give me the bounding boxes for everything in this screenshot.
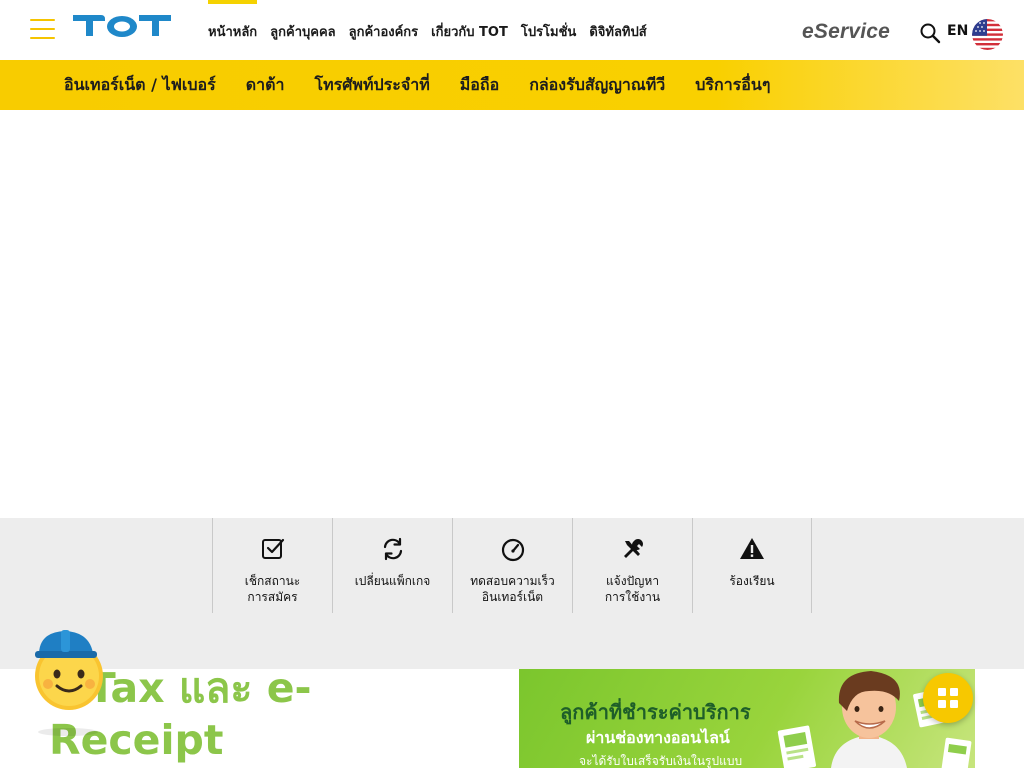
category-data[interactable]: ดาต้า (246, 73, 285, 98)
quick-speed-test[interactable]: ทดสอบความเร็ว อินเทอร์เน็ต (452, 518, 572, 613)
checkbox-icon (261, 538, 284, 559)
quick-change-package[interactable]: เปลี่ยนแพ็กเกจ (332, 518, 452, 613)
eservice-link[interactable]: eService (802, 20, 890, 44)
refresh-icon (383, 537, 402, 561)
menu-icon[interactable] (30, 19, 55, 39)
top-navigation: หน้าหลัก ลูกค้าบุคคล ลูกค้าองค์กร เกี่ยว… (208, 0, 647, 60)
speedometer-icon (501, 538, 524, 562)
quick-label: ทดสอบความเร็ว อินเทอร์เน็ต (470, 574, 555, 604)
quick-menu: เช็กสถานะ การสมัคร เปลี่ยนแพ็กเกจ ทดสอบค… (212, 518, 812, 613)
apps-grid-button[interactable] (923, 673, 973, 723)
hero-banner (0, 110, 1024, 518)
promo-banner[interactable]: ลูกค้าที่ชำระค่าบริการ ผ่านช่องทางออนไลน… (519, 669, 975, 768)
quick-label: แจ้งปัญหา การใช้งาน (604, 574, 661, 604)
promo-subheadline: ผ่านช่องทางออนไลน์ (586, 728, 730, 747)
category-mobile[interactable]: มือถือ (460, 73, 499, 98)
tot-logo[interactable] (71, 13, 173, 39)
promo-headline: ลูกค้าที่ชำระค่าบริการ (560, 700, 751, 724)
top-header: หน้าหลัก ลูกค้าบุคคล ลูกค้าองค์กร เกี่ยว… (0, 0, 1024, 60)
repair-tools-icon (623, 539, 643, 558)
category-internet-fiber[interactable]: อินเทอร์เน็ต / ไฟเบอร์ (64, 73, 216, 98)
us-flag-icon[interactable] (972, 19, 1003, 50)
nav-home[interactable]: หน้าหลัก (208, 0, 258, 60)
quick-label: เปลี่ยนแพ็กเกจ (354, 574, 431, 588)
search-icon[interactable] (919, 22, 941, 44)
nav-corporate-customers[interactable]: ลูกค้าองค์กร (349, 0, 419, 60)
nav-digital-tips[interactable]: ดิจิทัลทิปส์ (589, 0, 646, 60)
mascot-worker-icon[interactable] (26, 626, 110, 736)
quick-label: เช็กสถานะ การสมัคร (244, 574, 301, 604)
quick-label: ร้องเรียน (729, 574, 775, 588)
category-bar: อินเทอร์เน็ต / ไฟเบอร์ ดาต้า โทรศัพท์ประ… (0, 60, 1024, 110)
nav-about-tot[interactable]: เกี่ยวกับ TOT (431, 0, 508, 60)
category-other-services[interactable]: บริการอื่นๆ (695, 73, 770, 98)
promo-caption: จะได้รับใบเสร็จรับเงินในรูปแบบ (579, 754, 743, 768)
category-fixed-line[interactable]: โทรศัพท์ประจำที่ (315, 73, 430, 98)
nav-personal-customers[interactable]: ลูกค้าบุคคล (270, 0, 335, 60)
quick-menu-bar: เช็กสถานะ การสมัคร เปลี่ยนแพ็กเกจ ทดสอบค… (0, 518, 1024, 669)
quick-check-status[interactable]: เช็กสถานะ การสมัคร (212, 518, 332, 613)
language-switch[interactable]: EN (947, 23, 968, 39)
warning-icon (740, 538, 764, 559)
quick-report-problem[interactable]: แจ้งปัญหา การใช้งาน (572, 518, 692, 613)
nav-promotions[interactable]: โปรโมชั่น (521, 0, 576, 60)
quick-complaint[interactable]: ร้องเรียน (692, 518, 812, 613)
category-tv-box[interactable]: กล่องรับสัญญาณทีวี (529, 73, 665, 98)
